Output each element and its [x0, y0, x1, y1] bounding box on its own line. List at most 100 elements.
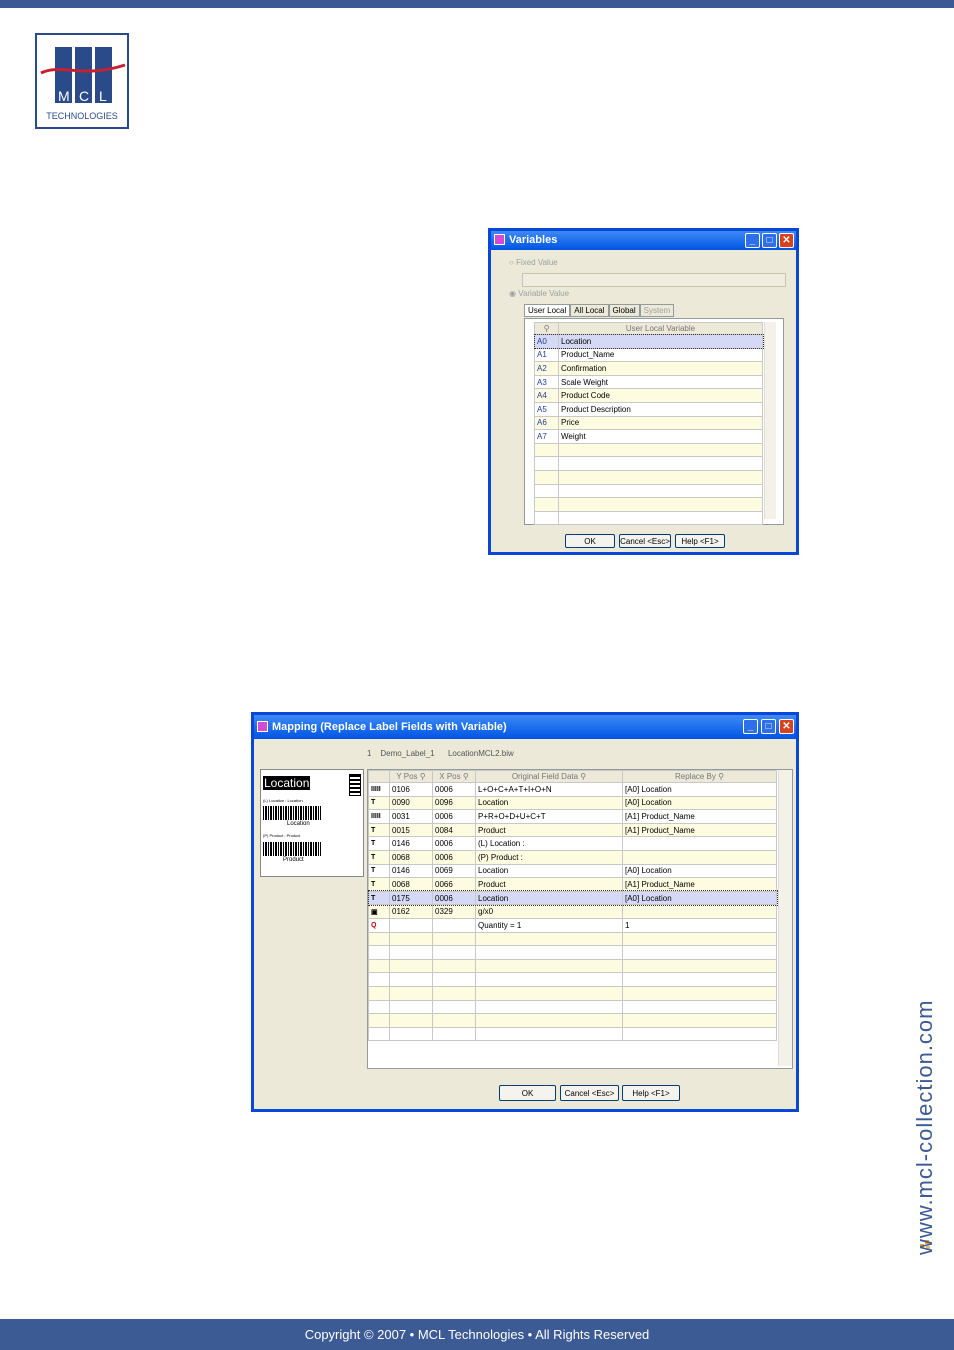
maximize-icon[interactable]: □ — [761, 719, 776, 734]
ypos-cell — [389, 1026, 433, 1042]
variable-row[interactable]: A1 Product_Name — [534, 347, 763, 363]
ypos-cell: 0015 — [389, 822, 433, 838]
variable-row[interactable]: A6 Price — [534, 415, 763, 431]
mapping-row[interactable]: Q Quantity = 11 — [368, 917, 777, 933]
mapping-row[interactable] — [368, 1013, 777, 1028]
xpos-cell — [432, 931, 476, 947]
scrollbar[interactable] — [778, 770, 792, 1066]
minimize-icon[interactable]: _ — [745, 233, 760, 248]
variable-value-radio[interactable]: ◉ Variable Value — [509, 289, 569, 298]
mapping-row[interactable] — [368, 985, 777, 1001]
variable-row[interactable] — [534, 483, 763, 499]
mapping-row[interactable]: IIIII 0106 0006 L+O+C+A+T+I+O+N [A0] Locatio… — [368, 782, 777, 797]
mapping-row[interactable] — [368, 999, 777, 1015]
tab-all-local[interactable]: All Local — [570, 304, 609, 317]
mapping-row[interactable]: T 0015 0084 Product [A1] Product_Name — [368, 822, 777, 838]
ok-button[interactable]: OK — [499, 1085, 556, 1101]
field-type-icon: T — [368, 890, 390, 906]
mapping-row[interactable]: T 0068 0066 Product [A1] Product_Name — [368, 877, 777, 892]
variable-row[interactable] — [534, 469, 763, 485]
mapping-row[interactable] — [368, 931, 777, 947]
tab-system[interactable]: System — [639, 304, 675, 317]
website-url[interactable]: www.mcl-collection.com — [912, 1000, 938, 1256]
ypos-cell: 0162 — [389, 904, 433, 919]
xpos-cell — [432, 999, 476, 1015]
cancel-button[interactable]: Cancel <Esc> — [619, 534, 671, 548]
tab-user-local[interactable]: User Local — [524, 304, 571, 317]
mapping-row[interactable]: T 0090 0096 Location [A0] Location — [368, 795, 777, 811]
variable-name: Weight — [558, 429, 763, 444]
app-icon — [257, 721, 268, 732]
mapping-row[interactable] — [368, 945, 777, 960]
variable-row[interactable] — [534, 456, 763, 471]
replace-by-cell: [A1] Product_Name — [622, 877, 777, 892]
field-data-cell: Quantity = 1 — [475, 917, 623, 933]
close-icon[interactable]: ✕ — [779, 233, 794, 248]
field-type-icon — [368, 945, 390, 960]
xpos-cell: 0096 — [432, 795, 476, 811]
variable-name: Product_Name — [558, 347, 763, 363]
mapping-row[interactable]: T 0146 0069 Location [A0] Location — [368, 863, 777, 879]
field-data-cell — [475, 931, 623, 947]
help-button[interactable]: Help <F1> — [622, 1085, 680, 1101]
data-header[interactable]: Original Field Data ⚲ — [475, 770, 623, 783]
variable-row[interactable]: A7 Weight — [534, 429, 763, 444]
tab-global[interactable]: Global — [608, 304, 640, 317]
ypos-cell — [389, 1013, 433, 1028]
label-preview: Location (L) Location : Location Locatio… — [260, 769, 364, 877]
variable-row[interactable]: A3 Scale Weight — [534, 374, 763, 390]
variable-code: A5 — [534, 401, 559, 417]
variable-row[interactable]: A5 Product Description — [534, 401, 763, 417]
minimize-icon[interactable]: _ — [743, 719, 758, 734]
mapping-row[interactable]: ▣ 0162 0329 g/x0 — [368, 904, 777, 919]
field-type-icon: ▣ — [368, 904, 390, 919]
close-icon[interactable]: ✕ — [779, 719, 794, 734]
top-bar — [0, 0, 954, 8]
ypos-cell: 0146 — [389, 836, 433, 851]
mapping-row[interactable]: T 0068 0006 (P) Product : — [368, 849, 777, 865]
code-header[interactable]: ⚲ — [534, 322, 559, 335]
replace-by-cell: [A1] Product_Name — [622, 822, 777, 838]
variable-code: A3 — [534, 374, 559, 390]
variables-dialog: Variables _ □ ✕ ○ Fixed Value ◉ Variable… — [488, 228, 799, 555]
maximize-icon[interactable]: □ — [762, 233, 777, 248]
icon-header — [368, 770, 390, 783]
help-button[interactable]: Help <F1> — [675, 534, 725, 548]
xpos-header[interactable]: X Pos ⚲ — [432, 770, 476, 783]
xpos-cell: 0006 — [432, 849, 476, 865]
mapping-row[interactable] — [368, 972, 777, 987]
field-data-cell — [475, 958, 623, 974]
variable-row[interactable] — [534, 442, 763, 458]
variable-name: Scale Weight — [558, 374, 763, 390]
xpos-cell — [432, 985, 476, 1001]
replace-by-cell — [622, 945, 777, 960]
mapping-row[interactable] — [368, 958, 777, 974]
mapping-row[interactable]: T 0175 0006 Location [A0] Location — [368, 890, 778, 906]
variable-row[interactable]: A0 Location — [533, 333, 764, 350]
ypos-cell — [389, 917, 433, 933]
fixed-value-input[interactable] — [522, 273, 786, 287]
variable-code: A0 — [534, 334, 559, 349]
mapping-row[interactable]: IIIII 0031 0006 P+R+O+D+U+C+T [A1] Product_N… — [368, 809, 777, 824]
cancel-button[interactable]: Cancel <Esc> — [560, 1085, 619, 1101]
variable-name: Price — [558, 415, 763, 431]
scrollbar[interactable] — [764, 322, 776, 519]
variable-header[interactable]: User Local Variable — [558, 322, 763, 335]
variable-row[interactable] — [534, 497, 763, 512]
ypos-cell — [389, 985, 433, 1001]
variable-row[interactable]: A4 Product Code — [534, 388, 763, 403]
replace-header[interactable]: Replace By ⚲ — [622, 770, 777, 783]
fixed-value-radio[interactable]: ○ Fixed Value — [509, 258, 558, 267]
variable-name — [558, 497, 763, 512]
mapping-row[interactable]: T 0146 0006 (L) Location : — [368, 836, 777, 851]
field-data-cell — [475, 1013, 623, 1028]
xpos-cell: 0006 — [432, 809, 476, 824]
field-type-icon: T — [368, 822, 390, 838]
variable-row[interactable]: A2 Confirmation — [534, 361, 763, 376]
replace-by-cell — [622, 999, 777, 1015]
variable-row[interactable] — [534, 510, 763, 526]
ok-button[interactable]: OK — [565, 534, 615, 548]
preview-text-4: Product — [283, 857, 304, 863]
ypos-header[interactable]: Y Pos ⚲ — [389, 770, 433, 783]
mapping-row[interactable] — [368, 1026, 777, 1042]
